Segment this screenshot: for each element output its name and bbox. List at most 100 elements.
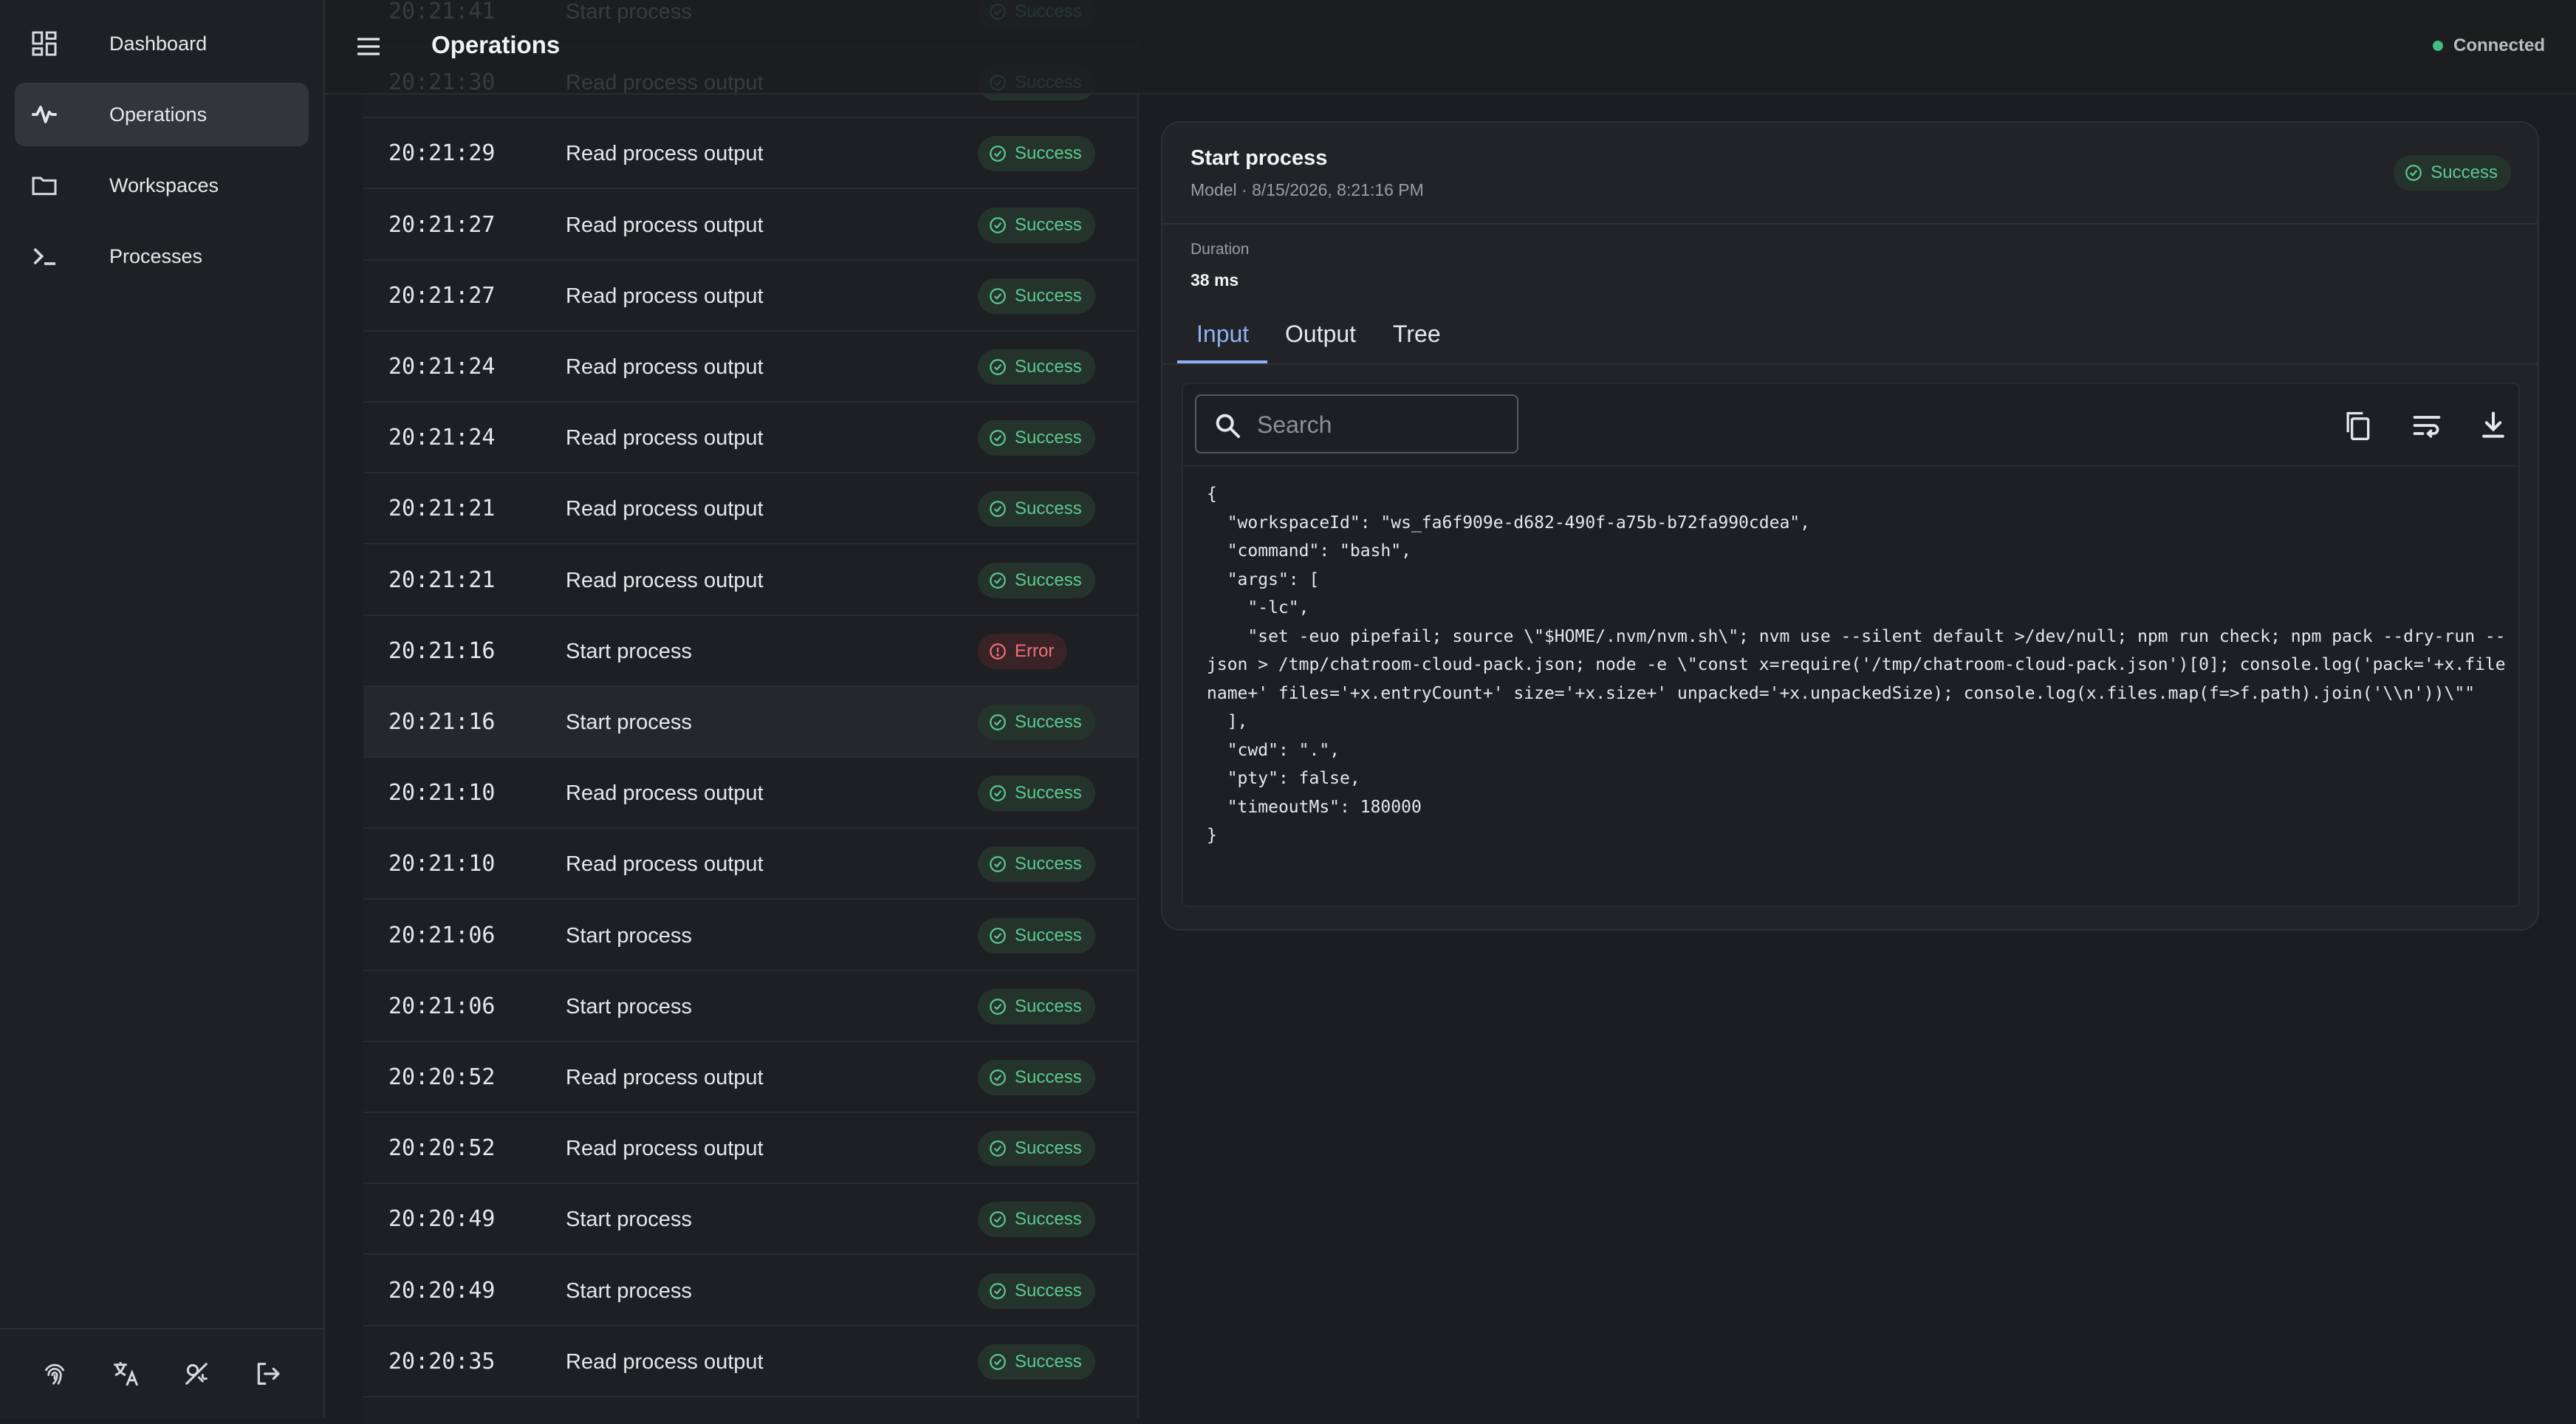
operation-row[interactable]: 20:20:49 Start process Success: [363, 1184, 1137, 1256]
operation-row[interactable]: 20:21:27 Read process output Success: [363, 190, 1137, 261]
connection-label: Connected: [2453, 35, 2545, 55]
check-circle-icon: [990, 572, 1006, 589]
operation-name: Read process output: [566, 852, 764, 877]
sidebar-item-label: Dashboard: [109, 32, 208, 55]
sidebar-item-operations[interactable]: Operations: [15, 83, 309, 146]
json-code: { "workspaceId": "ws_fa6f909e-d682-490f-…: [1207, 485, 2506, 845]
activity-icon: [28, 98, 61, 131]
operation-name: Read process output: [566, 355, 764, 379]
operation-row[interactable]: 20:21:06 Start process Success: [363, 971, 1137, 1042]
operation-name: Read process output: [566, 142, 764, 166]
status-badge-label: Success: [1015, 214, 1082, 235]
operation-name: Start process: [566, 994, 692, 1019]
operation-time: 20:21:21: [388, 496, 496, 522]
status-badge-label: Success: [1015, 712, 1082, 732]
check-circle-icon: [990, 1211, 1006, 1228]
status-badge-label: Success: [1015, 996, 1082, 1016]
operation-name: Read process output: [566, 497, 764, 521]
terminal-icon: [28, 240, 61, 273]
divider: [1162, 223, 2538, 225]
operation-time: 20:21:16: [388, 637, 496, 664]
status-badge: Success: [978, 846, 1095, 883]
status-badge-label: Success: [1015, 285, 1082, 306]
status-badge-label: Success: [1015, 143, 1082, 164]
check-circle-icon: [990, 287, 1006, 304]
operation-time: 20:20:35: [388, 1348, 496, 1375]
operation-name: Read process output: [566, 1066, 764, 1089]
operation-time: 20:20:49: [388, 1206, 496, 1233]
theme-toggle-icon[interactable]: [180, 1358, 213, 1390]
operation-row[interactable]: 20:20:49 Start process Success: [363, 1256, 1137, 1327]
translate-icon[interactable]: [109, 1358, 142, 1390]
fingerprint-icon[interactable]: [38, 1358, 71, 1390]
sidebar-item-dashboard[interactable]: Dashboard: [15, 12, 309, 75]
check-circle-icon: [990, 1353, 1006, 1370]
check-circle-icon: [990, 1282, 1006, 1299]
tab-tree[interactable]: Tree: [1393, 321, 1441, 348]
operation-row[interactable]: 20:21:24 Read process output Success: [363, 332, 1137, 403]
logout-icon[interactable]: [251, 1358, 284, 1390]
check-circle-icon: [990, 359, 1006, 375]
status-badge: Error: [978, 633, 1068, 669]
check-circle-icon: [990, 501, 1006, 518]
operation-row[interactable]: 20:21:21 Read process output Success: [363, 545, 1137, 616]
status-badge-label: Success: [2431, 162, 2498, 182]
sidebar-item-processes[interactable]: Processes: [15, 225, 309, 288]
operation-name: Read process output: [566, 213, 764, 237]
operation-row[interactable]: 20:21:10 Read process output Success: [363, 829, 1137, 900]
status-badge: Success: [978, 491, 1095, 527]
operation-row[interactable]: 20:20:52 Read process output Success: [363, 1113, 1137, 1185]
sidebar: Dashboard Operations Workspaces Processe…: [0, 0, 325, 1418]
operation-time: 20:20:52: [388, 1064, 496, 1090]
check-circle-icon: [990, 714, 1006, 730]
detail-subtitle: Model · 8/15/2026, 8:21:16 PM: [1191, 180, 1424, 199]
download-icon[interactable]: [2476, 408, 2511, 443]
operation-row[interactable]: 20:21:27 Read process output Success: [363, 261, 1137, 332]
status-badge: Success: [978, 1131, 1095, 1167]
check-circle-icon: [990, 856, 1006, 873]
operation-row[interactable]: 20:21:10 Read process output Success: [363, 758, 1137, 829]
status-badge: Success: [978, 1060, 1095, 1095]
operation-row[interactable]: 20:20:52 Read process output Success: [363, 1042, 1137, 1113]
status-badge: Success: [978, 136, 1095, 172]
duration-label: Duration: [1191, 241, 1250, 258]
dashboard-icon: [28, 27, 61, 60]
search-icon: [1213, 411, 1242, 444]
status-badge-label: Success: [1015, 1351, 1082, 1372]
operation-row[interactable]: 20:21:16 Start process Success: [363, 687, 1137, 758]
operation-time: 20:21:10: [388, 851, 496, 877]
status-badge-label: Success: [1015, 925, 1082, 945]
status-badge-label: Success: [1015, 499, 1082, 519]
alert-circle-icon: [990, 643, 1006, 660]
menu-icon[interactable]: [352, 30, 386, 64]
wrap-text-icon[interactable]: [2409, 408, 2445, 443]
operation-time: 20:21:27: [388, 211, 496, 238]
tab-output[interactable]: Output: [1285, 321, 1356, 348]
operation-row[interactable]: 20:21:29 Read process output Success: [363, 118, 1137, 190]
operation-name: Read process output: [566, 781, 764, 806]
folder-icon: [28, 169, 61, 202]
check-circle-icon: [990, 785, 1006, 802]
operation-row[interactable]: 20:21:16 Start process Error: [363, 616, 1137, 687]
tab-input[interactable]: Input: [1196, 321, 1249, 348]
operation-time: 20:21:24: [388, 425, 496, 451]
sidebar-item-label: Processes: [109, 244, 203, 267]
operation-time: 20:21:16: [388, 709, 496, 735]
copy-icon[interactable]: [2340, 408, 2375, 443]
sidebar-item-workspaces[interactable]: Workspaces: [15, 154, 309, 217]
status-badge: Success: [978, 988, 1095, 1024]
check-circle-icon: [2405, 165, 2422, 181]
status-badge: Success: [978, 1343, 1095, 1380]
operation-name: Read process output: [566, 1137, 764, 1161]
operation-row[interactable]: 20:20:35 Read process output Success: [363, 1327, 1137, 1397]
check-circle-icon: [990, 1069, 1006, 1086]
search-field[interactable]: [1195, 394, 1518, 453]
check-circle-icon: [990, 927, 1006, 944]
connection-status: Connected: [2432, 35, 2545, 56]
operation-name: Read process output: [566, 426, 764, 451]
operation-row[interactable]: 20:21:21 Read process output Success: [363, 473, 1137, 545]
operation-row[interactable]: 20:21:06 Start process Success: [363, 900, 1137, 971]
divider: [1162, 363, 2538, 365]
operation-row[interactable]: 20:21:24 Read process output Success: [363, 403, 1137, 474]
search-input[interactable]: [1256, 406, 1510, 443]
